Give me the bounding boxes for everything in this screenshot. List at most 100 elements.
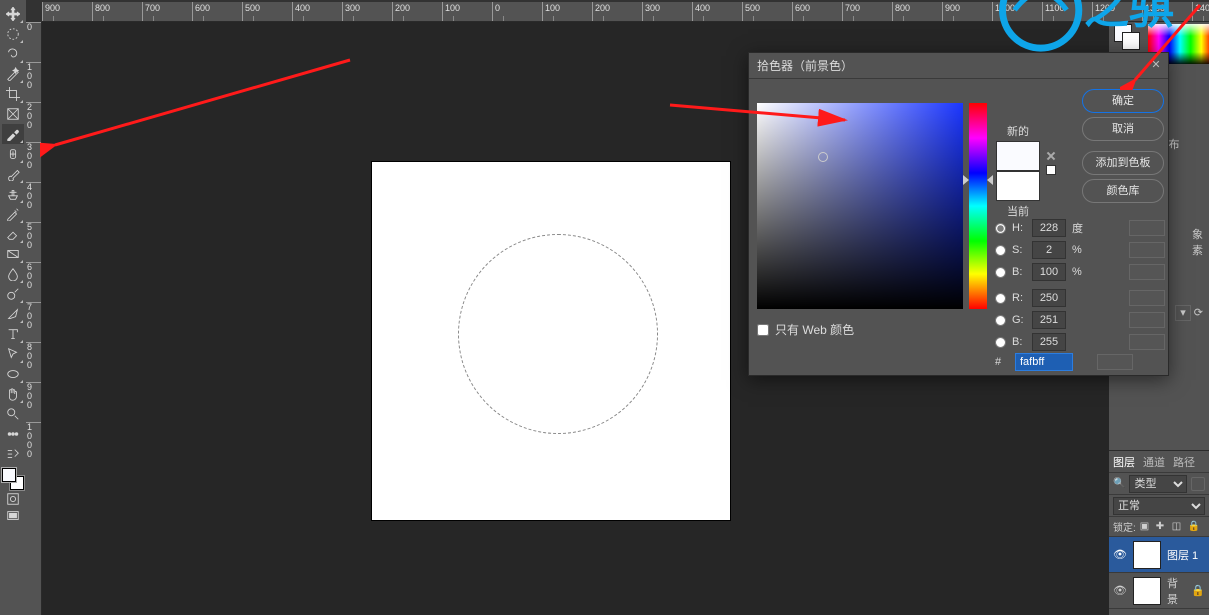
hand-tool[interactable] (2, 384, 24, 404)
layer-row-background[interactable]: 👁 背景 🔒 (1109, 573, 1209, 609)
layer-name[interactable]: 背景 (1167, 575, 1185, 607)
foreground-color-swatch[interactable] (2, 468, 16, 482)
label-b: B: (1012, 266, 1026, 278)
close-icon[interactable]: ✕ (1148, 57, 1164, 73)
input-bl[interactable] (1032, 333, 1066, 351)
label-h: H: (1012, 222, 1026, 234)
label-s: S: (1012, 244, 1026, 256)
input-g[interactable] (1032, 311, 1066, 329)
magic-wand-tool[interactable] (2, 64, 24, 84)
label-r: R: (1012, 292, 1026, 304)
pen-tool[interactable] (2, 304, 24, 324)
path-select-tool[interactable] (2, 344, 24, 364)
dialog-title: 拾色器（前景色） (749, 53, 1168, 79)
layer-row-1[interactable]: 👁 图层 1 (1109, 537, 1209, 573)
input-b[interactable] (1032, 263, 1066, 281)
quickmask-toggle[interactable] (2, 490, 24, 507)
tab-paths[interactable]: 路径 (1173, 454, 1195, 470)
ok-button[interactable]: 确定 (1082, 89, 1164, 113)
lasso-tool[interactable] (2, 44, 24, 64)
brush-tool[interactable] (2, 164, 24, 184)
unit-degree: 度 (1072, 220, 1090, 236)
new-color-label: 新的 (996, 123, 1040, 139)
layer-thumbnail[interactable] (1133, 541, 1161, 569)
layers-panel: 图层 通道 路径 🔍 类型 正常 锁定: ▣ ✚ ◫ 🔒 👁 图层 1 👁 背景… (1109, 450, 1209, 615)
color-picker-dialog: 拾色器（前景色） ✕ 新的 当前 确定 取消 添加到色板 颜色库 H: 度 S:… (748, 52, 1169, 376)
clone-stamp-tool[interactable] (2, 184, 24, 204)
chip (1129, 242, 1165, 258)
gradient-tool[interactable] (2, 244, 24, 264)
label-hex: # (995, 356, 1009, 368)
marquee-tool[interactable] (2, 24, 24, 44)
visibility-toggle[interactable]: 👁 (1113, 584, 1127, 597)
edit-toolbar[interactable] (2, 444, 24, 464)
lock-pixels-icon[interactable]: ▣ (1140, 521, 1152, 533)
lock-all-icon[interactable]: 🔒 (1188, 521, 1200, 533)
gamut-color-swatch[interactable] (1046, 165, 1056, 175)
unit-percent: % (1072, 244, 1090, 256)
ruler-vertical: 01002003004005006007008009001000 (26, 22, 42, 615)
layer-thumbnail[interactable] (1133, 577, 1161, 605)
radio-r[interactable] (995, 293, 1006, 304)
hue-slider[interactable] (969, 103, 987, 309)
eraser-tool[interactable] (2, 224, 24, 244)
web-colors-checkbox[interactable] (757, 324, 769, 336)
more-tools[interactable] (2, 424, 24, 444)
history-brush-tool[interactable] (2, 204, 24, 224)
search-icon[interactable]: 🔍 (1113, 478, 1125, 489)
panel-bg-swatch[interactable] (1122, 32, 1140, 50)
web-colors-label: 只有 Web 颜色 (775, 321, 854, 338)
move-tool[interactable] (2, 4, 24, 24)
type-tool[interactable] (2, 324, 24, 344)
label-bl: B: (1012, 336, 1026, 348)
eyedropper-tool[interactable] (2, 124, 24, 144)
zoom-tool[interactable] (2, 404, 24, 424)
chip (1097, 354, 1133, 370)
cancel-button[interactable]: 取消 (1082, 117, 1164, 141)
radio-h[interactable] (995, 223, 1006, 234)
tab-channels[interactable]: 通道 (1143, 454, 1165, 470)
selection-marquee (458, 234, 658, 434)
layer-lock-bar: 锁定: ▣ ✚ ◫ 🔒 (1109, 517, 1209, 537)
input-s[interactable] (1032, 241, 1066, 259)
radio-b[interactable] (995, 267, 1006, 278)
hue-pointer-right (987, 175, 993, 185)
screenmode-toggle[interactable] (2, 507, 24, 524)
radio-s[interactable] (995, 245, 1006, 256)
radio-g[interactable] (995, 315, 1006, 326)
lock-artboard-icon[interactable]: ◫ (1172, 521, 1184, 533)
new-color-swatch (996, 141, 1040, 171)
chip (1129, 334, 1165, 350)
document-canvas[interactable] (372, 162, 730, 520)
lock-icon: 🔒 (1191, 584, 1205, 597)
current-color-swatch[interactable] (996, 171, 1040, 201)
visibility-toggle[interactable]: 👁 (1113, 548, 1127, 561)
frame-tool[interactable] (2, 104, 24, 124)
color-swatch[interactable] (2, 468, 24, 490)
layer-name[interactable]: 图层 1 (1167, 547, 1205, 563)
dodge-tool[interactable] (2, 284, 24, 304)
chip (1129, 290, 1165, 306)
input-h[interactable] (1032, 219, 1066, 237)
healing-brush-tool[interactable] (2, 144, 24, 164)
lock-position-icon[interactable]: ✚ (1156, 521, 1168, 533)
chip (1129, 312, 1165, 328)
color-field[interactable] (757, 103, 963, 309)
tab-layers[interactable]: 图层 (1113, 454, 1135, 470)
gamut-warning-icon[interactable] (1046, 151, 1056, 161)
toolbox (0, 0, 26, 615)
input-hex[interactable] (1015, 353, 1073, 371)
color-libraries-button[interactable]: 颜色库 (1082, 179, 1164, 203)
input-r[interactable] (1032, 289, 1066, 307)
chip (1129, 220, 1165, 236)
layer-filter-type[interactable]: 类型 (1129, 475, 1187, 493)
crop-tool[interactable] (2, 84, 24, 104)
radio-bl[interactable] (995, 337, 1006, 348)
color-field-cursor (818, 152, 828, 162)
add-to-swatches-button[interactable]: 添加到色板 (1082, 151, 1164, 175)
chip (1129, 264, 1165, 280)
shape-tool[interactable] (2, 364, 24, 384)
filter-toggle[interactable] (1191, 477, 1205, 491)
blur-tool[interactable] (2, 264, 24, 284)
blend-mode-select[interactable]: 正常 (1113, 497, 1205, 515)
